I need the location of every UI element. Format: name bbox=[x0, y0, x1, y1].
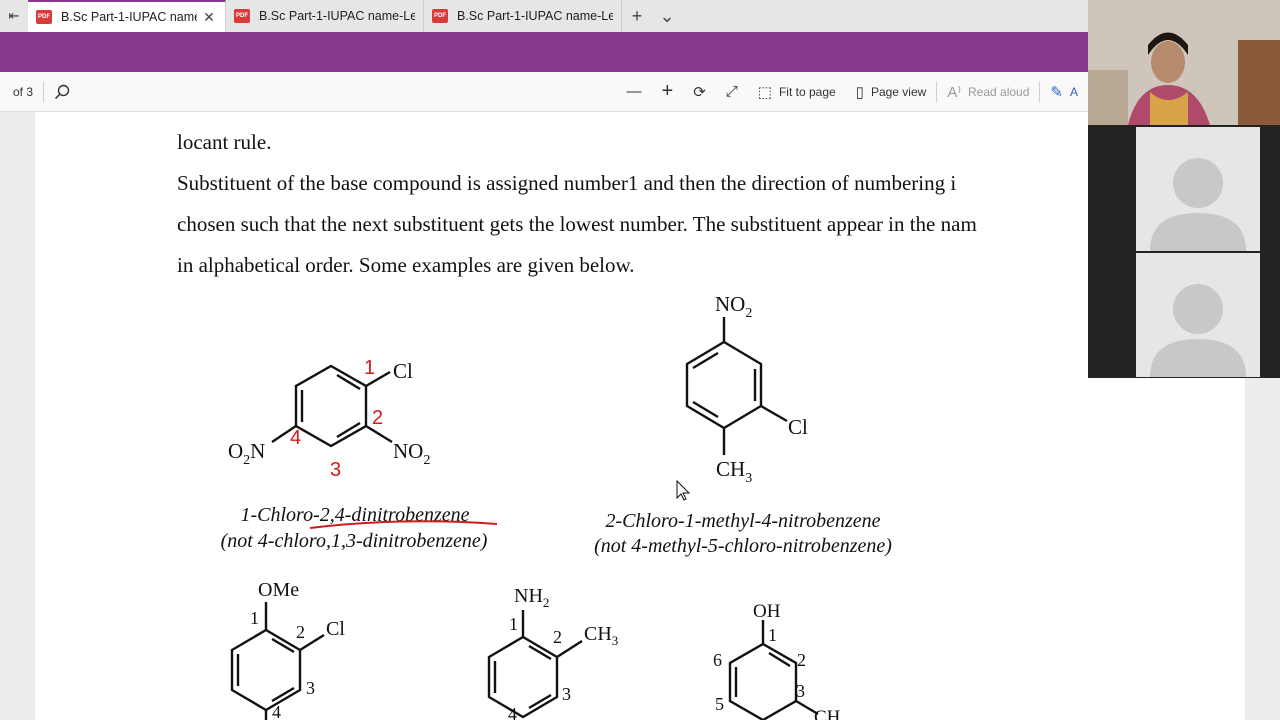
chevron-down-icon[interactable]: ⌄ bbox=[652, 0, 682, 32]
page-view-label: Page view bbox=[870, 84, 927, 99]
participant-tile bbox=[1136, 253, 1260, 377]
zoom-in-button[interactable]: + bbox=[652, 72, 684, 112]
search-icon bbox=[54, 84, 70, 99]
tab-bar: ⇤ PDF B.Sc Part-1-IUPAC name ✕ PDF B.Sc … bbox=[0, 0, 1088, 32]
pdf-icon: PDF bbox=[36, 10, 52, 24]
ch-label: CH bbox=[814, 707, 841, 720]
fit-to-page-label: Fit to page bbox=[778, 84, 836, 99]
fullscreen-button[interactable]: ⤢ bbox=[716, 72, 748, 112]
locant: 2 bbox=[797, 650, 806, 670]
locant: 3 bbox=[306, 678, 315, 698]
red-annotations: 1 2 3 4 bbox=[290, 357, 383, 481]
cl-label: Cl bbox=[326, 618, 345, 640]
avatar-icon bbox=[1150, 158, 1246, 251]
annotation: 1 bbox=[364, 357, 375, 379]
page-view-icon: ▯ bbox=[855, 83, 864, 101]
annotation: 4 bbox=[290, 427, 301, 449]
draw-button[interactable]: ✎ A bbox=[1040, 72, 1088, 112]
cl-label: Cl bbox=[788, 415, 808, 439]
locant: 1 bbox=[509, 614, 518, 634]
cl-label: Cl bbox=[393, 359, 413, 383]
locant: 5 bbox=[715, 694, 724, 714]
no2-label: NO2 bbox=[393, 439, 430, 468]
compound-name: 2-Chloro-1-methyl-4-nitrobenzene bbox=[605, 510, 880, 532]
o2n-label: O2N bbox=[228, 439, 265, 468]
mouse-cursor-icon bbox=[676, 479, 691, 501]
locant: 4 bbox=[508, 704, 517, 720]
tab-title: B.Sc Part-1-IUPAC name-Lec bbox=[457, 9, 613, 23]
rotate-button[interactable]: ⟳ bbox=[683, 72, 716, 112]
minus-icon: — bbox=[626, 83, 642, 100]
tab-actions-icon[interactable]: ⇤ bbox=[0, 0, 28, 32]
fit-page-icon: ⬚ bbox=[757, 83, 772, 101]
add-text-label: A bbox=[1069, 84, 1078, 99]
expand-icon: ⤢ bbox=[725, 83, 738, 100]
tab-2[interactable]: PDF B.Sc Part-1-IUPAC name-Lec bbox=[424, 0, 622, 32]
ome-label: OMe bbox=[258, 579, 299, 601]
title-bar bbox=[0, 32, 1088, 72]
locant: 6 bbox=[713, 650, 722, 670]
no2-label: NO2 bbox=[715, 292, 752, 321]
pdf-icon: PDF bbox=[432, 9, 448, 23]
read-aloud-button[interactable]: A⁾ Read aloud bbox=[937, 72, 1039, 112]
participant-video-2 bbox=[1088, 251, 1280, 378]
tab-0[interactable]: PDF B.Sc Part-1-IUPAC name ✕ bbox=[28, 0, 226, 32]
tab-title: B.Sc Part-1-IUPAC name bbox=[61, 10, 197, 24]
locant: 4 bbox=[272, 702, 281, 720]
incorrect-name: (not 4-chloro,1,3-dinitrobenzene) bbox=[221, 530, 488, 552]
rotate-icon: ⟳ bbox=[693, 83, 706, 101]
tab-title: B.Sc Part-1-IUPAC name-Lec bbox=[259, 9, 415, 23]
tab-1[interactable]: PDF B.Sc Part-1-IUPAC name-Lec bbox=[226, 0, 424, 32]
new-tab-icon[interactable]: + bbox=[622, 0, 652, 32]
annotation: 2 bbox=[372, 407, 383, 429]
locant: 2 bbox=[553, 627, 562, 647]
read-aloud-icon: A⁾ bbox=[947, 83, 962, 101]
incorrect-name: (not 4-methyl-5-chloro-nitrobenzene) bbox=[594, 535, 892, 557]
nh2-label: NH2 bbox=[514, 585, 549, 610]
locant: 2 bbox=[296, 622, 305, 642]
page-counter[interactable]: of 3 bbox=[0, 72, 43, 112]
locant: 3 bbox=[796, 681, 805, 701]
annotation: 3 bbox=[330, 459, 341, 481]
locant: 3 bbox=[562, 684, 571, 704]
pdf-icon: PDF bbox=[234, 9, 250, 23]
locant: 1 bbox=[250, 608, 259, 628]
page-view-button[interactable]: ▯ Page view bbox=[846, 72, 937, 112]
pen-icon: ✎ bbox=[1050, 83, 1063, 101]
search-button[interactable] bbox=[44, 72, 80, 112]
participant-tile bbox=[1136, 127, 1260, 251]
close-icon[interactable]: ✕ bbox=[201, 9, 217, 26]
locant: 1 bbox=[768, 625, 777, 645]
avatar-icon bbox=[1150, 284, 1246, 377]
oh-label: OH bbox=[753, 601, 781, 622]
presenter-video bbox=[1088, 0, 1280, 125]
read-aloud-label: Read aloud bbox=[968, 84, 1030, 99]
ch3-label: CH3 bbox=[584, 623, 618, 648]
plus-icon: + bbox=[661, 80, 674, 102]
structure-2 bbox=[685, 317, 788, 455]
presenter-image bbox=[1088, 0, 1280, 125]
participant-video-1 bbox=[1088, 125, 1280, 251]
fit-to-page-button[interactable]: ⬚ Fit to page bbox=[748, 72, 846, 112]
ch3-label: CH3 bbox=[716, 457, 752, 486]
pdf-toolbar: of 3 — + ⟳ ⤢ ⬚ Fit to page ▯ Page view A… bbox=[0, 72, 1088, 112]
zoom-out-button[interactable]: — bbox=[617, 72, 652, 112]
page-of-label: of 3 bbox=[13, 84, 34, 99]
